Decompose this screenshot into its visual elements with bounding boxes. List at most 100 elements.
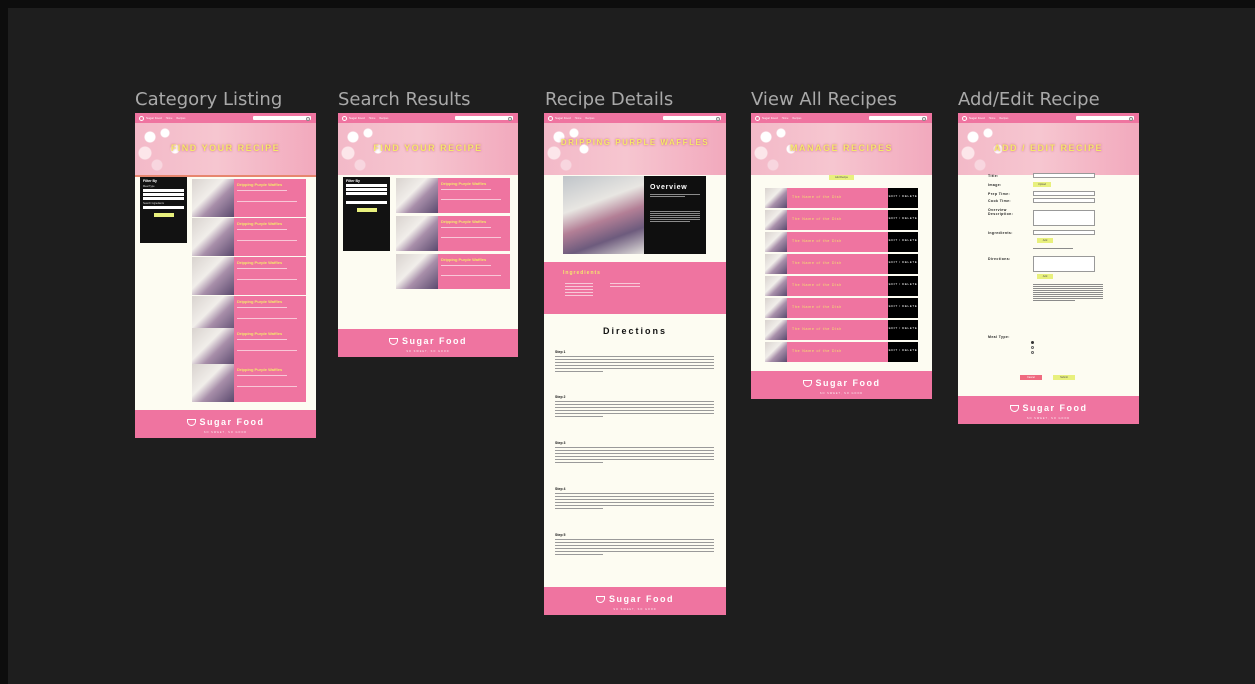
nav-link-home[interactable]: Home xyxy=(369,117,376,120)
frame-title-category[interactable]: Category Listing xyxy=(135,89,282,110)
filter-option[interactable] xyxy=(346,192,387,195)
text-line xyxy=(555,368,714,369)
recipe-row[interactable]: The Name of the Dish EDIT / DELETE xyxy=(765,342,918,362)
logo-icon xyxy=(755,115,760,121)
recipe-row[interactable]: The Name of the Dish EDIT / DELETE xyxy=(765,210,918,230)
add-direction-button[interactable]: Add xyxy=(1037,274,1053,279)
edit-delete-button[interactable]: EDIT / DELETE xyxy=(888,232,918,252)
prep-time-input[interactable] xyxy=(1033,191,1095,196)
nav-link-home[interactable]: Home xyxy=(782,117,789,120)
text-line xyxy=(555,453,714,454)
nav-link-home[interactable]: Home xyxy=(989,117,996,120)
ingredients-input[interactable] xyxy=(1033,230,1095,235)
text-line xyxy=(237,268,287,269)
recipe-thumbnail xyxy=(765,210,787,230)
recipe-card[interactable]: Dripping Purple Waffles xyxy=(192,328,306,366)
edit-delete-button[interactable]: EDIT / DELETE xyxy=(888,188,918,208)
frame-title-search[interactable]: Search Results xyxy=(338,89,471,110)
frame-title-add-edit[interactable]: Add/Edit Recipe xyxy=(958,89,1100,110)
ingredient-input[interactable] xyxy=(346,201,387,204)
text-line xyxy=(555,459,714,460)
recipe-row[interactable]: The Name of the Dish EDIT / DELETE xyxy=(765,298,918,318)
filter-option[interactable] xyxy=(346,188,387,191)
search-input[interactable] xyxy=(1076,116,1134,121)
edit-delete-button[interactable]: EDIT / DELETE xyxy=(888,276,918,296)
meal-option[interactable] xyxy=(143,193,184,196)
filter-submit-button[interactable] xyxy=(356,208,377,212)
logo-icon xyxy=(548,115,553,121)
recipe-thumbnail xyxy=(192,257,234,295)
nav-link-home[interactable]: Home xyxy=(575,117,582,120)
search-input[interactable] xyxy=(455,116,513,121)
search-input[interactable] xyxy=(869,116,927,121)
text-line xyxy=(441,227,491,228)
upload-button[interactable]: Upload xyxy=(1033,182,1051,187)
edit-delete-button[interactable]: EDIT / DELETE xyxy=(888,320,918,340)
text-line xyxy=(555,356,714,357)
frame-title-details[interactable]: Recipe Details xyxy=(545,89,673,110)
frame-category-listing[interactable]: Sugar Food Home Recipes FIND YOUR RECIPE… xyxy=(135,113,316,438)
meal-type-options[interactable] xyxy=(1031,341,1034,354)
edit-delete-button[interactable]: EDIT / DELETE xyxy=(888,210,918,230)
ingredient-input[interactable] xyxy=(143,206,184,209)
recipe-card[interactable]: Dripping Purple Waffles xyxy=(192,257,306,295)
cup-icon xyxy=(596,595,605,603)
overview-description xyxy=(650,211,700,222)
meal-option[interactable] xyxy=(143,189,184,192)
recipe-row[interactable]: The Name of the Dish EDIT / DELETE xyxy=(765,320,918,340)
add-recipe-button[interactable]: Add Recipe xyxy=(829,175,854,180)
nav-brand[interactable]: Sugar Food xyxy=(146,116,162,120)
logo-icon xyxy=(342,115,347,121)
nav-brand[interactable]: Sugar Food xyxy=(349,116,365,120)
recipe-thumbnail xyxy=(765,320,787,340)
recipe-card[interactable]: Dripping Purple Waffles xyxy=(396,216,510,251)
recipe-row[interactable]: The Name of the Dish EDIT / DELETE xyxy=(765,276,918,296)
hero-banner: FIND YOUR RECIPE xyxy=(135,123,316,175)
add-ingredient-button[interactable]: Add xyxy=(1037,238,1053,243)
nav-link-recipes[interactable]: Recipes xyxy=(176,117,185,120)
nav-link-recipes[interactable]: Recipes xyxy=(379,117,388,120)
recipe-row[interactable]: The Name of the Dish EDIT / DELETE xyxy=(765,232,918,252)
nav-brand[interactable]: Sugar Food xyxy=(555,116,571,120)
recipe-row[interactable]: The Name of the Dish EDIT / DELETE xyxy=(765,254,918,274)
frame-search-results[interactable]: Sugar Food Home Recipes FIND YOUR RECIPE… xyxy=(338,113,518,357)
recipe-card[interactable]: Dripping Purple Waffles xyxy=(192,364,306,402)
edit-delete-button[interactable]: EDIT / DELETE xyxy=(888,298,918,318)
frame-add-edit-recipe[interactable]: Sugar Food Home Recipes ADD / EDIT RECIP… xyxy=(958,113,1139,424)
recipe-card[interactable]: Dripping Purple Waffles xyxy=(396,178,510,213)
ingredients-list xyxy=(565,281,593,298)
cook-time-input[interactable] xyxy=(1033,198,1095,203)
nav-link-recipes[interactable]: Recipes xyxy=(792,117,801,120)
nav-link-recipes[interactable]: Recipes xyxy=(585,117,594,120)
filter-submit-button[interactable] xyxy=(153,213,174,217)
frame-recipe-details[interactable]: Sugar Food Home Recipes DRIPPING PURPLE … xyxy=(544,113,726,615)
search-input[interactable] xyxy=(253,116,311,121)
overview-textarea[interactable] xyxy=(1033,210,1095,226)
edit-delete-button[interactable]: EDIT / DELETE xyxy=(888,342,918,362)
step-title: Step 4 xyxy=(555,487,566,491)
radio-button[interactable] xyxy=(1031,341,1034,344)
nav-link-recipes[interactable]: Recipes xyxy=(999,117,1008,120)
directions-textarea[interactable] xyxy=(1033,256,1095,272)
recipe-thumbnail xyxy=(765,254,787,274)
title-input[interactable] xyxy=(1033,173,1095,178)
directions-title: Directions xyxy=(602,326,667,336)
recipe-card[interactable]: Dripping Purple Waffles xyxy=(396,254,510,289)
frame-title-view-all[interactable]: View All Recipes xyxy=(751,89,897,110)
submit-button[interactable]: Submit xyxy=(1053,375,1075,380)
filter-option[interactable] xyxy=(346,184,387,187)
nav-brand[interactable]: Sugar Food xyxy=(762,116,778,120)
text-line xyxy=(441,275,501,276)
search-input[interactable] xyxy=(663,116,721,121)
edit-delete-button[interactable]: EDIT / DELETE xyxy=(888,254,918,274)
nav-brand[interactable]: Sugar Food xyxy=(969,116,985,120)
radio-button[interactable] xyxy=(1031,351,1034,354)
radio-button[interactable] xyxy=(1031,346,1034,349)
cancel-button[interactable]: Cancel xyxy=(1020,375,1042,380)
recipe-row[interactable]: The Name of the Dish EDIT / DELETE xyxy=(765,188,918,208)
nav-link-home[interactable]: Home xyxy=(166,117,173,120)
meal-option[interactable] xyxy=(143,197,184,200)
frame-view-all-recipes[interactable]: Sugar Food Home Recipes MANAGE RECIPES A… xyxy=(751,113,932,399)
recipe-card[interactable]: Dripping Purple Waffles xyxy=(192,218,306,256)
recipe-card[interactable]: Dripping Purple Waffles xyxy=(192,179,306,217)
